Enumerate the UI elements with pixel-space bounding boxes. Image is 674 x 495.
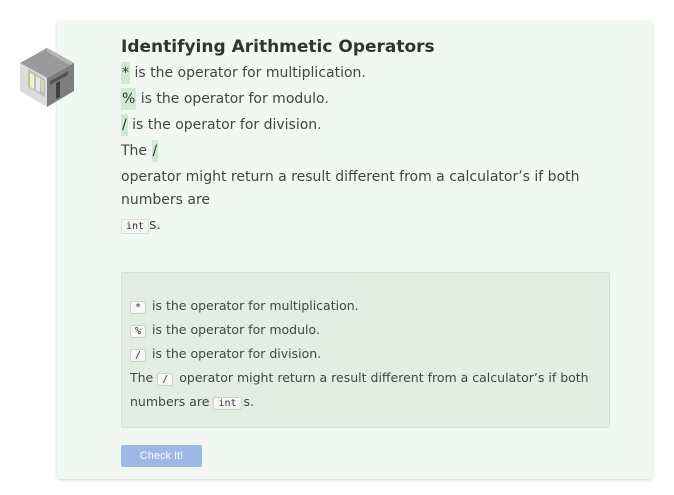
lesson-sentence-middle: operator might return a result different… — [121, 169, 580, 208]
isometric-terminal-icon — [16, 45, 78, 109]
operator-highlight: / — [121, 114, 128, 136]
sentence-start-text: The — [130, 370, 158, 385]
int-code: int — [121, 219, 150, 234]
answer-line-multiplication: * is the operator for multiplication. — [130, 295, 601, 319]
operator-highlight: / — [151, 140, 159, 162]
sentence-start-text: The — [121, 143, 152, 159]
operator-highlight: % — [121, 88, 137, 110]
operator-code: / — [157, 373, 174, 386]
line-text: is the operator for division. — [148, 346, 322, 361]
answer-box[interactable]: * is the operator for multiplication. % … — [121, 272, 610, 428]
lesson-line-multiplication: * is the operator for multiplication. — [121, 60, 601, 86]
lesson-line-modulo: % is the operator for modulo. — [121, 86, 601, 112]
operator-code: / — [130, 349, 147, 362]
answer-line-modulo: % is the operator for modulo. — [130, 319, 601, 343]
lesson-sentence-end: int s. — [121, 212, 601, 240]
check-it-button[interactable]: Check It! — [121, 445, 202, 467]
line-text: is the operator for division. — [127, 117, 322, 133]
page: Identifying Arithmetic Operators * is th… — [0, 0, 674, 495]
line-text: is the operator for multiplication. — [130, 65, 366, 81]
int-code: int — [213, 397, 242, 410]
operator-highlight: * — [121, 62, 130, 84]
operator-code: % — [130, 325, 147, 338]
line-text: is the operator for multiplication. — [148, 298, 359, 313]
sentence-end-text: s. — [149, 217, 161, 233]
sentence-middle-text: operator might return a result different… — [130, 370, 589, 409]
lesson-sentence-start: The / — [121, 138, 601, 164]
sentence-end-text: s. — [243, 394, 255, 409]
line-text: is the operator for modulo. — [136, 91, 329, 107]
answer-sentence: The / operator might return a result dif… — [130, 367, 601, 415]
answer-line-division: / is the operator for division. — [130, 343, 601, 367]
operator-code: * — [130, 301, 147, 314]
lesson-content: Identifying Arithmetic Operators * is th… — [121, 36, 601, 240]
lesson-line-division: / is the operator for division. — [121, 112, 601, 138]
lesson-title: Identifying Arithmetic Operators — [121, 37, 435, 57]
line-text: is the operator for modulo. — [148, 322, 320, 337]
